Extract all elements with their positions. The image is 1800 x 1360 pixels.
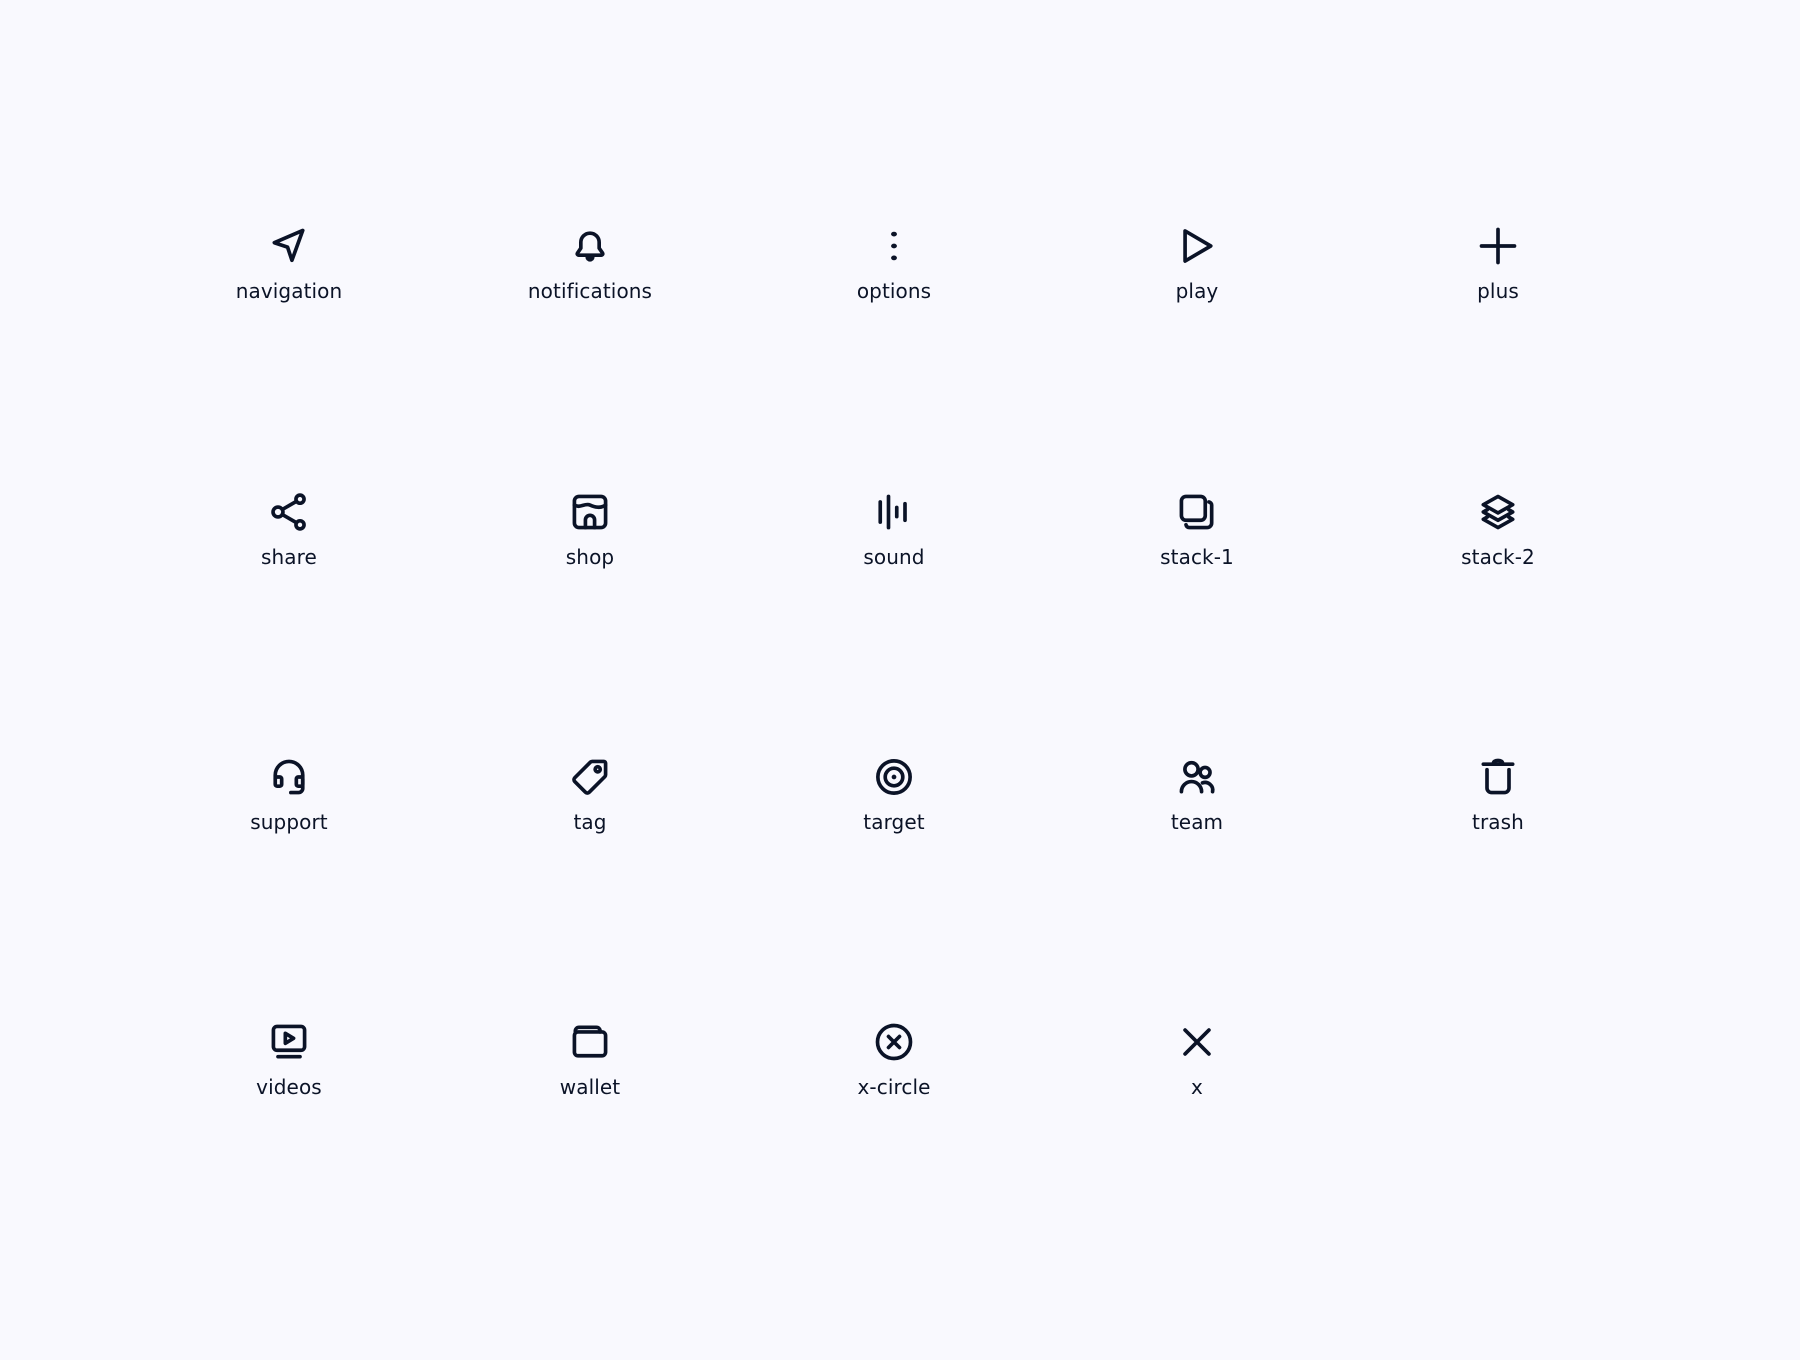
store-icon [572,494,608,530]
icon-tile-stack-2[interactable]: stack-2 [1378,490,1618,590]
icon-tile-support[interactable]: support [169,755,409,855]
sound-wave-icon [878,494,907,530]
icon-tile-share[interactable]: share [169,490,409,590]
icon-label: target [863,810,925,834]
icon-label: stack-1 [1160,545,1234,569]
icon-tile-x[interactable]: x [1077,1020,1317,1120]
tag-icon [572,759,608,795]
bell-icon [575,231,605,262]
icon-label: share [261,545,317,569]
video-monitor-icon [271,1024,307,1059]
icon-label: sound [863,545,925,569]
icon-tile-target[interactable]: target [774,755,1014,855]
icon-tile-options[interactable]: options [774,224,1014,324]
icon-tile-tag[interactable]: tag [470,755,710,855]
users-icon [1179,760,1215,794]
icon-tile-stack-1[interactable]: stack-1 [1077,490,1317,590]
icon-label: wallet [559,1075,621,1099]
icon-label: notifications [527,279,653,303]
icon-label: trash [1472,810,1524,834]
icon-label: options [856,279,932,303]
icon-label: navigation [235,279,343,303]
icon-label: plus [1477,279,1519,303]
icon-label: tag [573,810,607,834]
icon-tile-x-circle[interactable]: x-circle [774,1020,1014,1120]
share-icon [271,493,306,531]
icon-tile-videos[interactable]: videos [169,1020,409,1120]
target-icon [876,759,912,795]
icon-grid: navigation notifications options play pl… [0,0,1800,1360]
icon-tile-notifications[interactable]: notifications [470,224,710,324]
icon-label: shop [565,545,615,569]
icon-tile-trash[interactable]: trash [1378,755,1618,855]
plus-icon [1479,227,1517,265]
x-circle-icon [875,1023,913,1061]
icon-tile-navigation[interactable]: navigation [169,224,409,324]
icon-tile-sound[interactable]: sound [774,490,1014,590]
icon-tile-plus[interactable]: plus [1378,224,1618,324]
icon-tile-play[interactable]: play [1077,224,1317,324]
play-icon [1183,229,1213,263]
icon-tile-wallet[interactable]: wallet [470,1020,710,1120]
icon-label: x [1191,1075,1203,1099]
icon-tile-shop[interactable]: shop [470,490,710,590]
layers-icon [1481,494,1515,530]
icon-label: videos [256,1075,322,1099]
headset-icon [273,759,305,795]
navigation-icon [272,228,305,263]
more-vertical-icon [891,231,897,261]
trash-icon [1481,758,1515,795]
copy-stack-icon [1179,494,1214,530]
icon-label: stack-2 [1461,545,1535,569]
wallet-icon [572,1025,608,1058]
x-icon [1183,1028,1211,1056]
icon-label: team [1170,810,1224,834]
icon-label: x-circle [857,1075,931,1099]
icon-label: play [1175,279,1219,303]
icon-label: support [250,810,328,834]
icon-tile-team[interactable]: team [1077,755,1317,855]
